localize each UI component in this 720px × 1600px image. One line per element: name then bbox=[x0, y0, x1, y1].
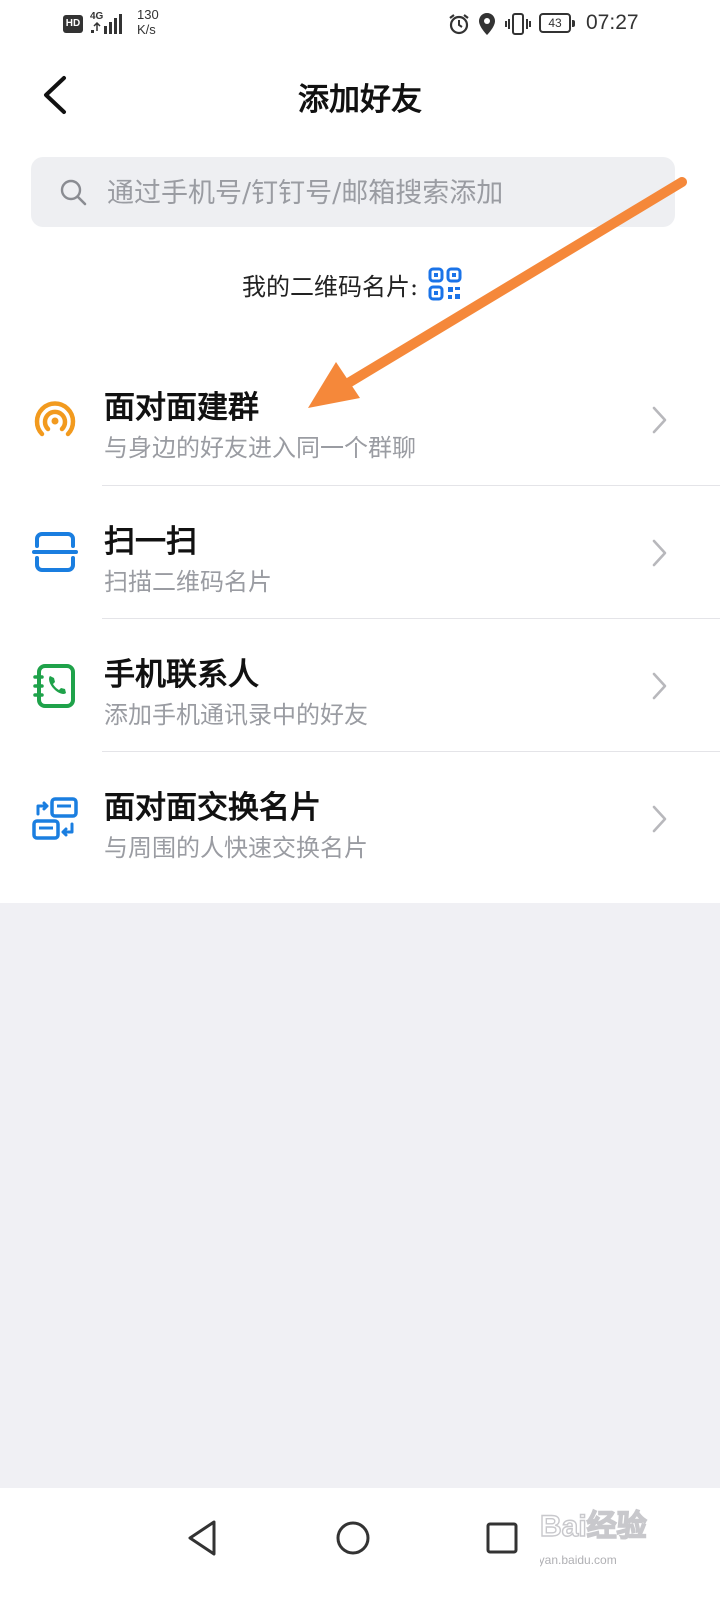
circle-home-icon[interactable] bbox=[323, 1508, 383, 1568]
square-recents-icon[interactable] bbox=[472, 1508, 532, 1568]
status-bar: HD 4G 130 K/s 43 07:27 bbox=[0, 0, 720, 48]
svg-text:Bai经验: Bai经验 bbox=[540, 1509, 647, 1543]
broadcast-icon bbox=[34, 401, 76, 437]
signal-icon bbox=[91, 14, 122, 34]
chevron-right-icon bbox=[652, 672, 667, 700]
item-title: 扫一扫 bbox=[104, 524, 197, 560]
item-subtitle: 添加手机通讯录中的好友 bbox=[104, 701, 368, 729]
item-subtitle: 扫描二维码名片 bbox=[104, 568, 272, 596]
speed-unit: K/s bbox=[137, 22, 156, 37]
item-title: 面对面交换名片 bbox=[104, 790, 321, 826]
list-item-face-to-face-group[interactable]: 面对面建群 与身边的好友进入同一个群聊 bbox=[0, 352, 720, 485]
item-title: 面对面建群 bbox=[104, 390, 259, 426]
qr-code-icon[interactable] bbox=[428, 267, 462, 301]
item-subtitle: 与周围的人快速交换名片 bbox=[104, 834, 368, 862]
chevron-right-icon bbox=[652, 805, 667, 833]
search-bar[interactable] bbox=[31, 157, 675, 229]
speed-value: 130 bbox=[137, 7, 159, 22]
network-speed: 130 K/s bbox=[137, 7, 159, 37]
baidu-jingyan-watermark: Bai经验 jingyan.baidu.com bbox=[540, 1508, 647, 1567]
list-item-scan[interactable]: 扫一扫 扫描二维码名片 bbox=[0, 486, 720, 619]
list-item-phone-contacts[interactable]: 手机联系人 添加手机通讯录中的好友 bbox=[0, 619, 720, 752]
list-item-exchange-card[interactable]: 面对面交换名片 与周围的人快速交换名片 bbox=[0, 752, 720, 885]
vibrate-icon bbox=[505, 13, 531, 35]
exchange-card-icon bbox=[32, 797, 78, 840]
qr-card-label: 我的二维码名片: bbox=[241, 272, 419, 301]
phone-contacts-icon bbox=[33, 664, 75, 708]
chevron-right-icon bbox=[652, 406, 667, 434]
page-title: 添加好友 bbox=[298, 82, 422, 118]
my-qr-card-row[interactable]: 我的二维码名片: bbox=[0, 264, 720, 304]
svg-text:jingyan.baidu.com: jingyan.baidu.com bbox=[540, 1553, 617, 1567]
clock: 07:27 bbox=[586, 11, 639, 34]
item-title: 手机联系人 bbox=[104, 657, 259, 693]
search-icon bbox=[60, 179, 87, 206]
location-icon bbox=[479, 13, 495, 35]
search-input[interactable] bbox=[105, 157, 649, 229]
scan-icon bbox=[32, 532, 78, 572]
battery-indicator: 43 bbox=[539, 13, 575, 33]
chevron-right-icon bbox=[652, 539, 667, 567]
hd-badge: HD bbox=[63, 15, 83, 33]
item-subtitle: 与身边的好友进入同一个群聊 bbox=[104, 434, 416, 462]
triangle-back-icon[interactable] bbox=[172, 1508, 232, 1568]
alarm-icon bbox=[449, 14, 469, 35]
